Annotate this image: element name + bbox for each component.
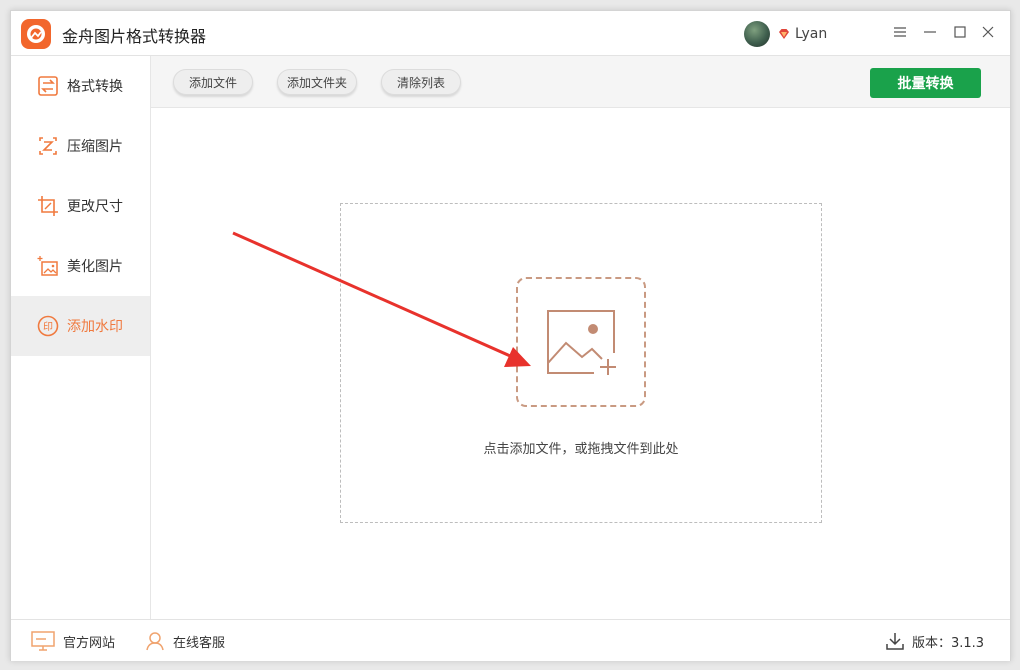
close-icon[interactable] (979, 23, 997, 41)
format-convert-icon (38, 76, 58, 96)
sidebar-item-watermark[interactable]: 印 添加水印 (11, 296, 150, 356)
svg-text:印: 印 (43, 321, 53, 333)
version-label: 版本：3.1.3 (912, 635, 985, 651)
file-drop-zone[interactable]: 点击添加文件，或拖拽文件到此处 (340, 203, 822, 523)
user-area[interactable]: Lyan (744, 21, 827, 47)
official-website-label: 官方网站 (63, 635, 116, 651)
status-bar: 官方网站 在线客服 版本：3.1.3 (11, 619, 1010, 661)
sidebar-item-beautify[interactable]: 美化图片 (11, 236, 150, 296)
resize-icon (38, 196, 58, 216)
app-title: 金舟图片格式转换器 (62, 27, 207, 46)
clear-list-button[interactable]: 清除列表 (381, 69, 461, 95)
beautify-icon (37, 256, 58, 276)
vip-diamond-icon (779, 29, 789, 39)
official-website-link[interactable]: 官方网站 (31, 620, 115, 662)
sidebar: 格式转换 压缩图片 更改尺寸 美化图片 印 添加水印 (11, 56, 151, 619)
watermark-icon: 印 (37, 315, 59, 337)
username[interactable]: Lyan (795, 26, 827, 42)
add-folder-button[interactable]: 添加文件夹 (277, 69, 357, 95)
minimize-icon[interactable] (921, 23, 939, 41)
sidebar-item-label: 更改尺寸 (67, 199, 123, 215)
avatar[interactable] (744, 21, 770, 47)
drop-hint-text: 点击添加文件，或拖拽文件到此处 (483, 442, 679, 457)
sidebar-item-format-convert[interactable]: 格式转换 (11, 56, 150, 116)
sidebar-item-label: 格式转换 (67, 79, 123, 95)
title-bar: 金舟图片格式转换器 Lyan (11, 11, 1010, 56)
app-logo-icon (21, 19, 51, 49)
batch-convert-button[interactable]: 批量转换 (870, 68, 981, 98)
support-person-icon (146, 632, 164, 651)
monitor-icon (31, 631, 55, 651)
download-icon (886, 633, 904, 650)
online-support-label: 在线客服 (173, 635, 226, 651)
online-support-link[interactable]: 在线客服 (145, 620, 225, 662)
toolbar: 添加文件 添加文件夹 清除列表 批量转换 (151, 56, 1010, 108)
sidebar-item-label: 添加水印 (67, 319, 123, 335)
version-info[interactable]: 版本：3.1.3 (886, 620, 984, 662)
add-file-button[interactable]: 添加文件 (173, 69, 253, 95)
sidebar-item-resize[interactable]: 更改尺寸 (11, 176, 150, 236)
sidebar-item-label: 压缩图片 (67, 139, 123, 155)
menu-icon[interactable] (891, 23, 909, 41)
sidebar-item-label: 美化图片 (67, 259, 123, 275)
add-image-icon (547, 310, 616, 375)
sidebar-item-compress[interactable]: 压缩图片 (11, 116, 150, 176)
app-window: 金舟图片格式转换器 Lyan 格式转换 压缩图片 更改尺寸 美化图片 印 添加水… (10, 10, 1011, 661)
maximize-icon[interactable] (951, 23, 969, 41)
compress-icon (39, 137, 57, 155)
add-image-box[interactable] (516, 277, 646, 407)
